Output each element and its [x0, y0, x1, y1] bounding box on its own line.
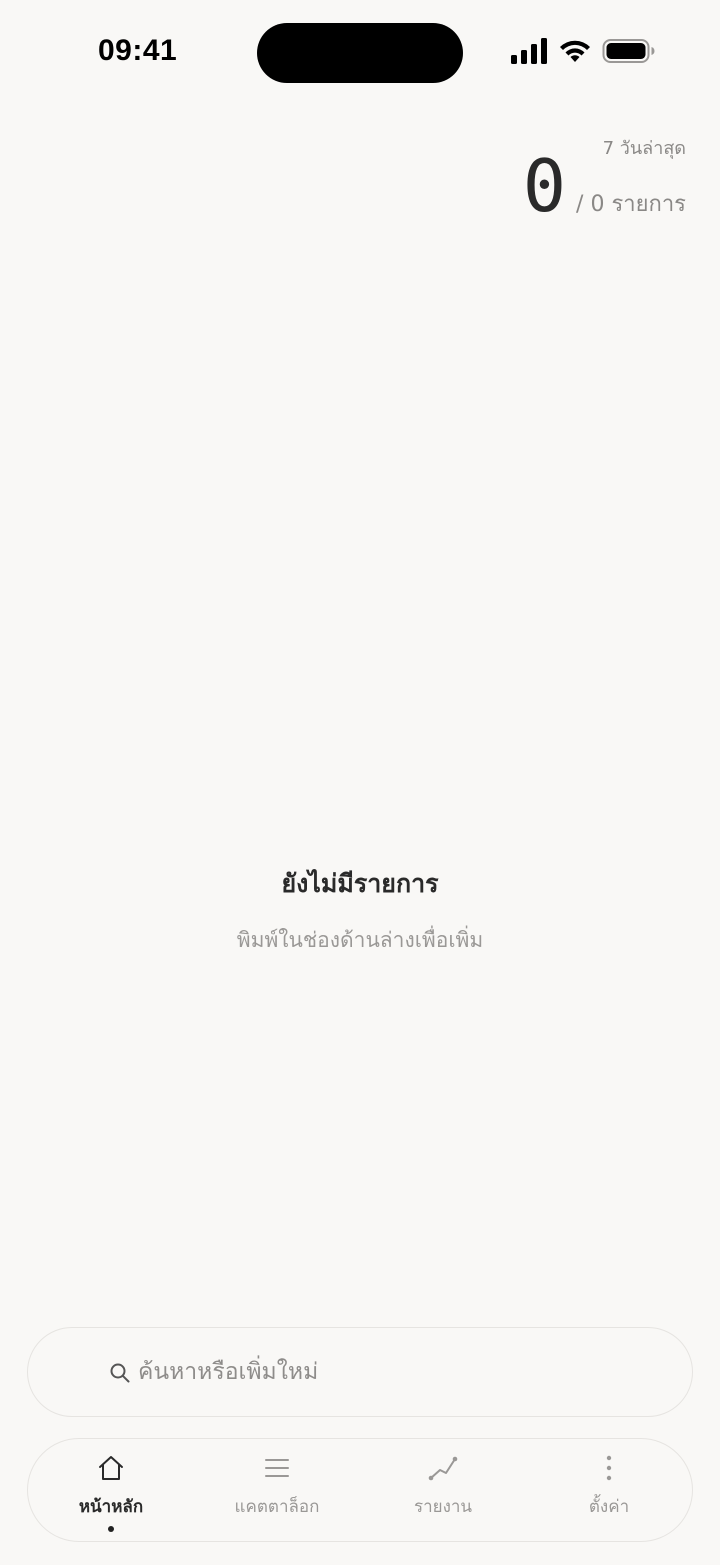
status-time: 09:41	[98, 34, 178, 67]
chart-line-icon	[428, 1453, 458, 1483]
search-input[interactable]	[138, 1346, 658, 1398]
wifi-icon	[560, 40, 590, 62]
item-count: 0 / 0 รายการ	[523, 150, 686, 222]
tab-label: ตั้งค่า	[588, 1497, 630, 1517]
empty-state-title: ยังไม่มีรายการ	[281, 869, 439, 898]
dynamic-island	[257, 23, 463, 83]
tab-home[interactable]: หน้าหลัก	[28, 1439, 194, 1543]
total-count: / 0 รายการ	[576, 192, 686, 217]
empty-state-subtitle: พิมพ์ในช่องด้านล่างเพื่อเพิ่ม	[236, 928, 484, 952]
app-screen: 09:41 7 วันล่าสุด 0 / 0 รายการ ยังไม่มีร…	[0, 0, 720, 1565]
tab-label: รายงาน	[413, 1497, 473, 1517]
home-icon	[96, 1453, 126, 1483]
bottom-tab-bar: หน้าหลัก แคตตาล็อก รายงาน ตั้งค่า	[27, 1438, 693, 1542]
more-vertical-icon	[594, 1453, 624, 1483]
tab-reports[interactable]: รายงาน	[360, 1439, 526, 1543]
search-icon	[110, 1363, 130, 1383]
search-bar[interactable]	[27, 1327, 693, 1417]
cellular-signal-icon	[511, 38, 547, 64]
battery-icon	[602, 39, 655, 63]
list-icon	[262, 1453, 292, 1483]
tab-settings[interactable]: ตั้งค่า	[526, 1439, 692, 1543]
tab-label: หน้าหลัก	[78, 1497, 144, 1517]
active-tab-indicator	[108, 1526, 114, 1532]
tab-label: แคตตาล็อก	[234, 1497, 320, 1517]
current-count: 0	[522, 144, 567, 228]
tab-catalog[interactable]: แคตตาล็อก	[194, 1439, 360, 1543]
